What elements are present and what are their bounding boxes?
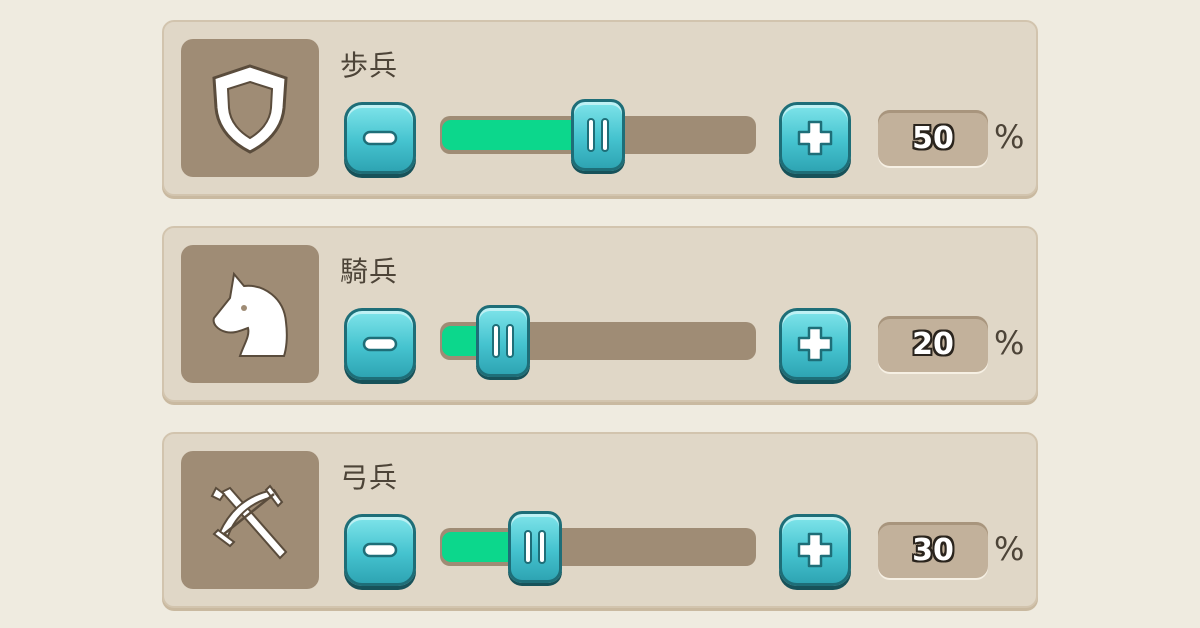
plus-icon [797, 326, 833, 362]
increase-button[interactable] [779, 102, 851, 174]
unit-icon-box [181, 39, 319, 177]
ratio-slider[interactable] [440, 511, 756, 583]
decrease-button[interactable] [344, 102, 416, 174]
crossbow-icon [210, 484, 288, 560]
decrease-button[interactable] [344, 308, 416, 380]
percent-value: 30 [912, 532, 954, 568]
grip-line [524, 530, 532, 564]
ratio-slider[interactable] [440, 305, 756, 377]
grip-line [506, 324, 514, 358]
slider-thumb[interactable] [476, 305, 530, 377]
horse-head-icon [212, 271, 288, 357]
minus-icon [362, 542, 398, 558]
unit-name: 歩兵 [340, 49, 399, 82]
unit-name: 騎兵 [340, 255, 399, 288]
percent-value-box: 30 [878, 522, 988, 578]
shield-icon [212, 64, 288, 154]
percent-value: 50 [912, 120, 954, 156]
percent-sign: % [994, 118, 1025, 156]
ratio-slider[interactable] [440, 99, 756, 171]
grip-line [587, 118, 595, 152]
grip-line [492, 324, 500, 358]
percent-value-box: 50 [878, 110, 988, 166]
unit-icon-box [181, 245, 319, 383]
unit-panel-archer: 弓兵 30 % [162, 432, 1038, 608]
plus-icon [797, 532, 833, 568]
percent-value-box: 20 [878, 316, 988, 372]
slider-thumb[interactable] [571, 99, 625, 171]
minus-icon [362, 130, 398, 146]
percent-sign: % [994, 324, 1025, 362]
percent-sign: % [994, 530, 1025, 568]
minus-icon [362, 336, 398, 352]
grip-line [601, 118, 609, 152]
decrease-button[interactable] [344, 514, 416, 586]
slider-thumb[interactable] [508, 511, 562, 583]
unit-panel-infantry: 歩兵 50 % [162, 20, 1038, 196]
increase-button[interactable] [779, 514, 851, 586]
increase-button[interactable] [779, 308, 851, 380]
unit-panel-cavalry: 騎兵 20 % [162, 226, 1038, 402]
grip-line [538, 530, 546, 564]
unit-name: 弓兵 [340, 461, 399, 494]
unit-icon-box [181, 451, 319, 589]
percent-value: 20 [912, 326, 954, 362]
plus-icon [797, 120, 833, 156]
